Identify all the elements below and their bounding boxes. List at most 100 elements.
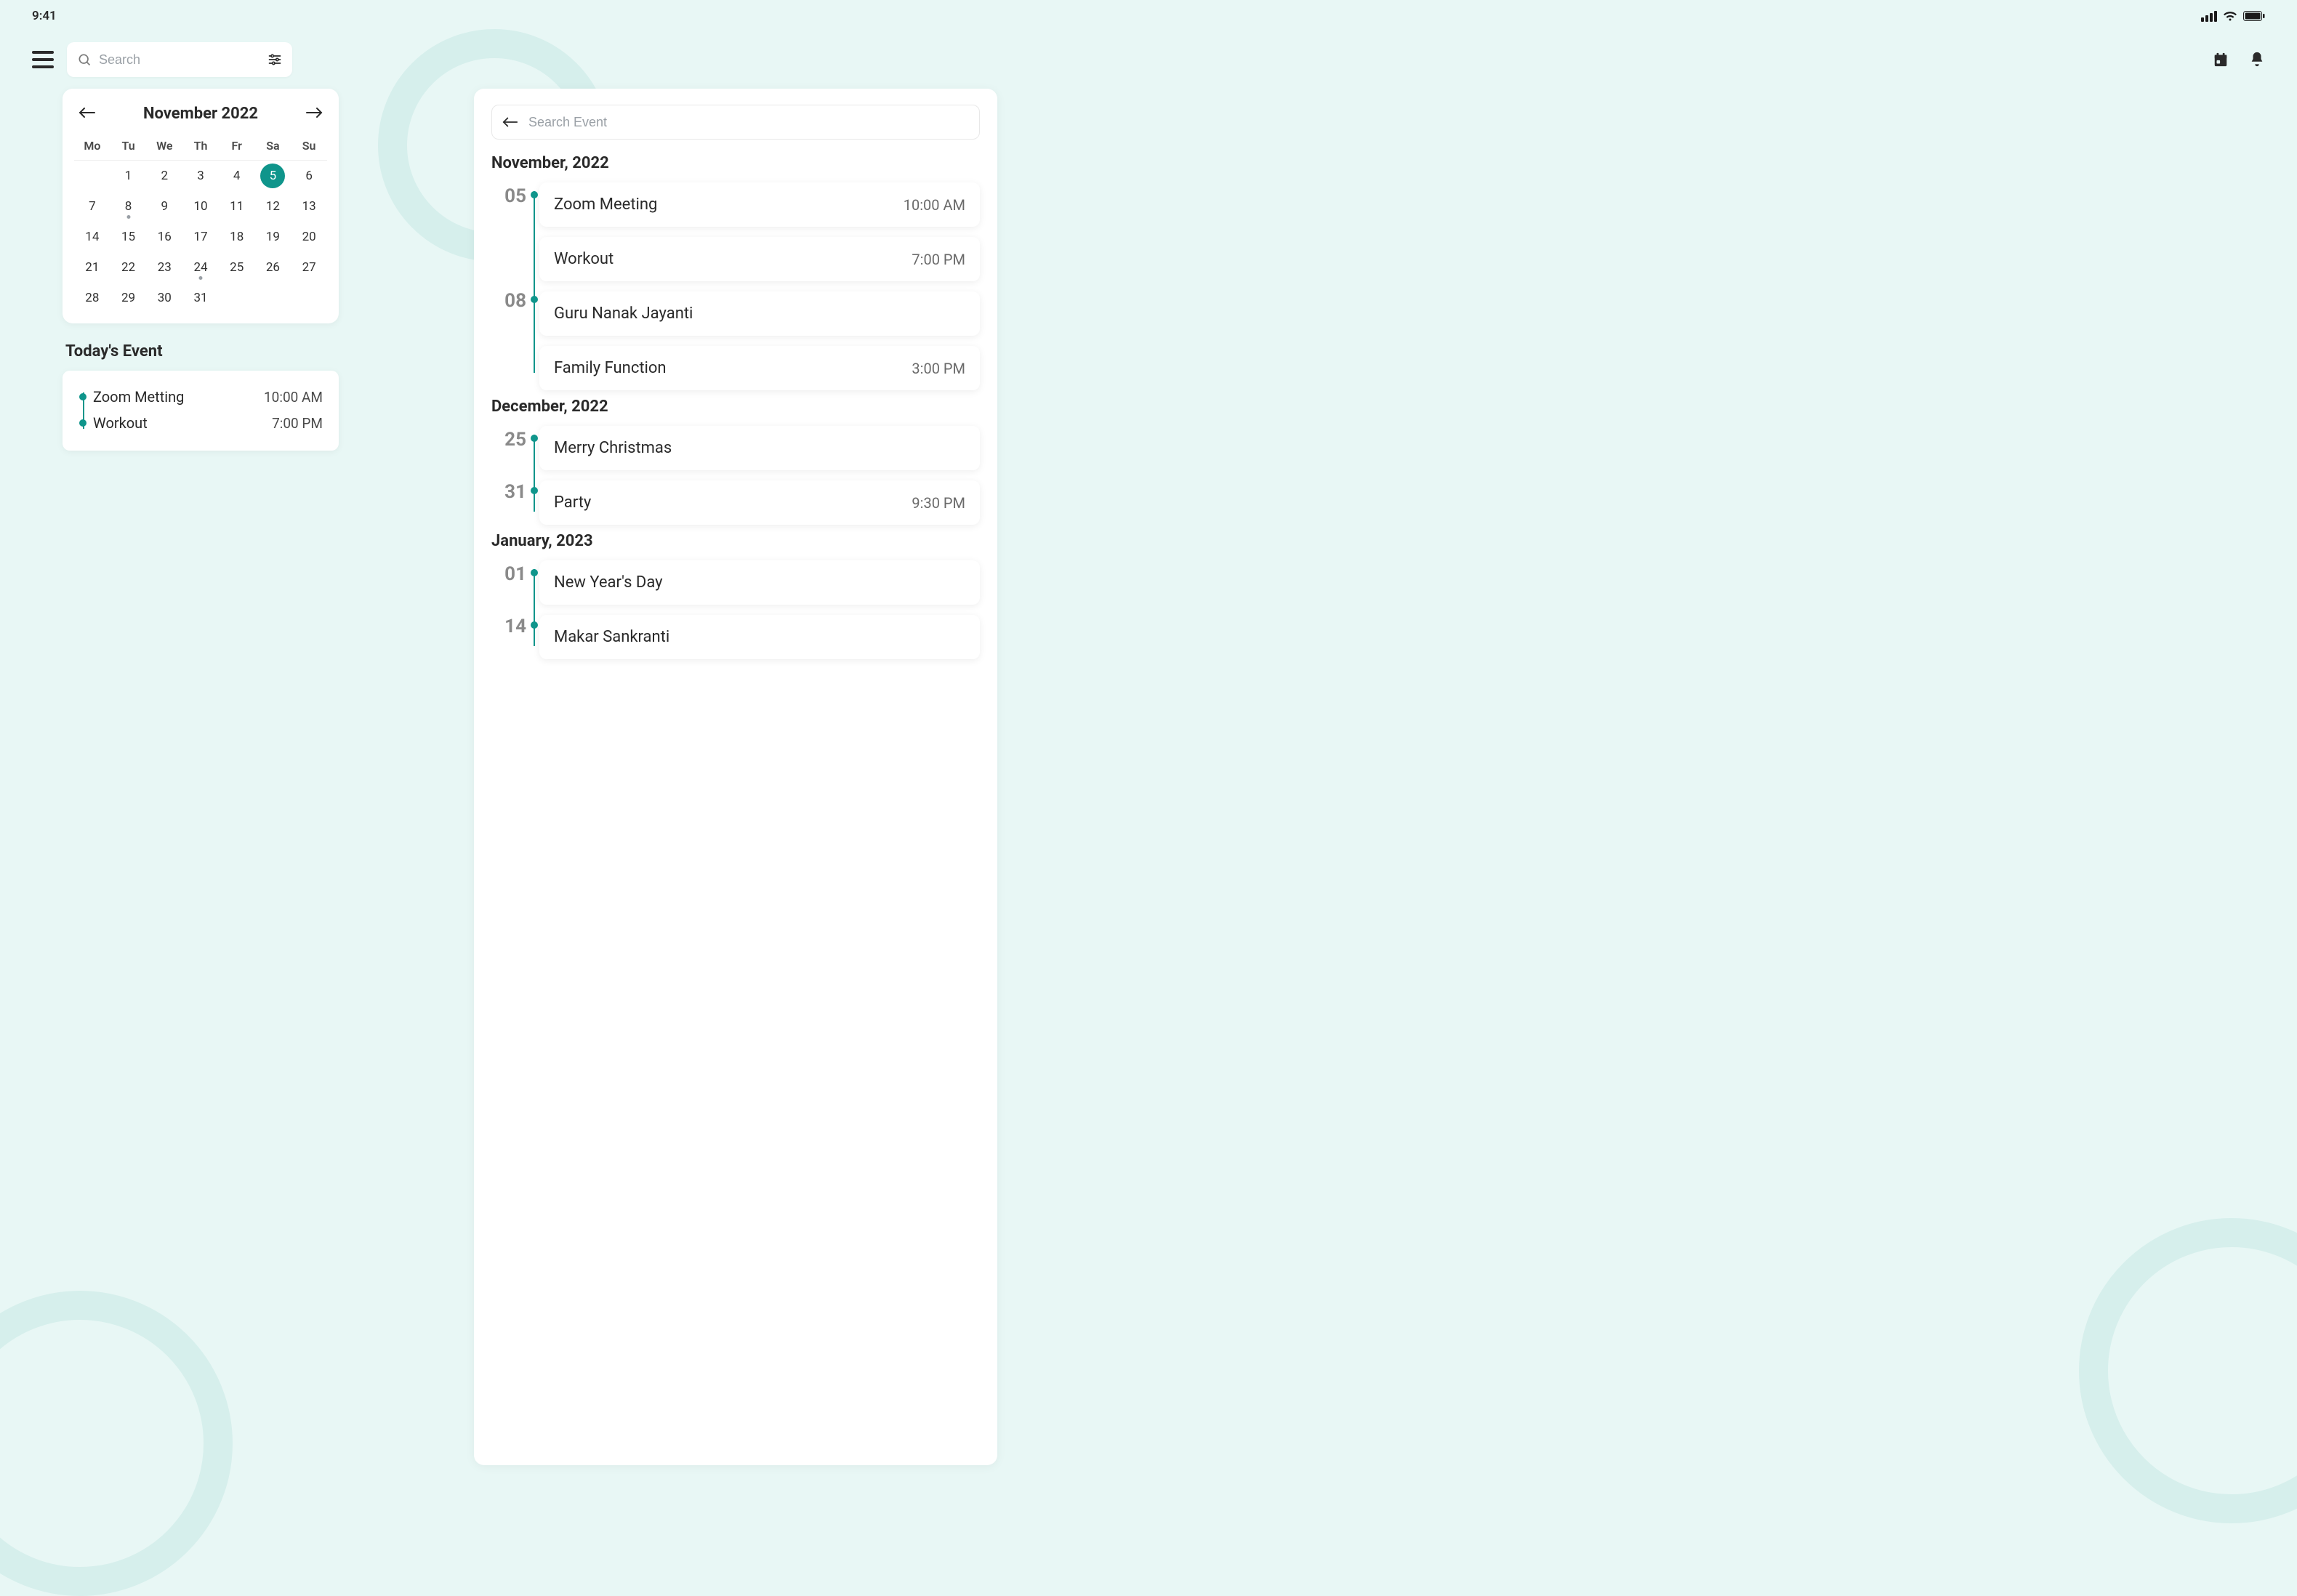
event-card[interactable]: Makar Sankranti — [539, 615, 980, 659]
calendar-dow: Th — [182, 134, 219, 161]
calendar-day[interactable]: 2 — [146, 161, 182, 191]
calendar-day[interactable]: 4 — [219, 161, 255, 191]
search-input[interactable] — [99, 52, 267, 68]
calendar-day[interactable]: 22 — [110, 252, 147, 283]
calendar-day[interactable]: 28 — [74, 283, 110, 313]
events-month-label: December, 2022 — [491, 398, 980, 416]
prev-month-button[interactable] — [74, 102, 100, 126]
event-search-box[interactable] — [491, 105, 980, 140]
event-title: Zoom Meeting — [554, 196, 657, 214]
event-title: Guru Nanak Jayanti — [554, 305, 693, 323]
event-title: Merry Christmas — [554, 439, 672, 457]
calendar-icon[interactable] — [2213, 52, 2229, 68]
calendar-day[interactable]: 8 — [110, 191, 147, 222]
calendar-dow: Sa — [255, 134, 291, 161]
calendar-card: November 2022 MoTuWeThFrSaSu123456789101… — [63, 89, 339, 323]
search-icon — [77, 52, 92, 67]
menu-button[interactable] — [32, 51, 54, 68]
event-card[interactable]: Workout 7:00 PM — [539, 237, 980, 281]
today-event-item[interactable]: Zoom Metting10:00 AM — [77, 384, 323, 410]
events-month-label: November, 2022 — [491, 154, 980, 172]
calendar-day[interactable]: 3 — [182, 161, 219, 191]
search-box[interactable] — [67, 42, 292, 77]
back-icon[interactable] — [502, 116, 518, 128]
status-time: 9:41 — [32, 9, 57, 23]
event-card[interactable]: Family Function 3:00 PM — [539, 346, 980, 390]
timeline-day-number: 01 — [504, 565, 526, 584]
event-card[interactable]: New Year's Day — [539, 560, 980, 605]
calendar-day[interactable]: 21 — [74, 252, 110, 283]
calendar-month-label: November 2022 — [143, 105, 258, 123]
toolbar — [0, 42, 2297, 77]
event-card[interactable]: Merry Christmas — [539, 426, 980, 470]
calendar-dow: We — [146, 134, 182, 161]
timeline-day-number: 05 — [504, 187, 526, 206]
calendar-day[interactable]: 10 — [182, 191, 219, 222]
calendar-day[interactable]: 14 — [74, 222, 110, 252]
filter-icon[interactable] — [267, 53, 282, 66]
next-month-button[interactable] — [301, 102, 327, 126]
event-card[interactable]: Party9:30 PM — [539, 480, 980, 525]
event-title: New Year's Day — [554, 573, 663, 592]
timeline-day-number: 14 — [504, 617, 526, 636]
calendar-day[interactable]: 9 — [146, 191, 182, 222]
status-icons — [2201, 11, 2265, 22]
calendar-dow: Mo — [74, 134, 110, 161]
timeline-dot — [531, 191, 538, 198]
calendar-day[interactable]: 6 — [291, 161, 327, 191]
event-title: Family Function — [554, 359, 667, 377]
bell-icon[interactable] — [2249, 51, 2265, 68]
calendar-day[interactable]: 25 — [219, 252, 255, 283]
timeline-dot — [531, 569, 538, 576]
today-event-time: 7:00 PM — [272, 415, 323, 432]
todays-event-card: Zoom Metting10:00 AMWorkout7:00 PM — [63, 371, 339, 451]
calendar-day[interactable]: 15 — [110, 222, 147, 252]
events-month-label: January, 2023 — [491, 532, 980, 550]
calendar-day[interactable]: 27 — [291, 252, 327, 283]
calendar-day[interactable]: 16 — [146, 222, 182, 252]
event-title: Makar Sankranti — [554, 628, 669, 646]
calendar-day[interactable]: 19 — [255, 222, 291, 252]
events-panel: November, 2022 05 08 Zoom Meeting 10:00 AM Wo… — [474, 89, 997, 1465]
calendar-day — [255, 283, 291, 313]
calendar-day[interactable]: 26 — [255, 252, 291, 283]
bg-circle — [2079, 1218, 2297, 1523]
calendar-day — [219, 283, 255, 313]
calendar-day[interactable]: 29 — [110, 283, 147, 313]
timeline-day-number: 08 — [504, 291, 526, 310]
calendar-day[interactable]: 18 — [219, 222, 255, 252]
event-time: 7:00 PM — [912, 251, 965, 268]
today-event-time: 10:00 AM — [264, 389, 323, 406]
calendar-day[interactable]: 20 — [291, 222, 327, 252]
calendar-day[interactable]: 17 — [182, 222, 219, 252]
timeline-date-col: 05 08 — [491, 182, 526, 382]
timeline-day-number: 31 — [504, 483, 526, 501]
calendar-day — [291, 283, 327, 313]
calendar-day[interactable]: 11 — [219, 191, 255, 222]
calendar-day[interactable]: 5 — [260, 164, 285, 188]
calendar-day[interactable]: 23 — [146, 252, 182, 283]
event-card[interactable]: Guru Nanak Jayanti — [539, 291, 980, 336]
event-title: Workout — [554, 250, 614, 268]
event-card[interactable]: Zoom Meeting 10:00 AM — [539, 182, 980, 227]
timeline-dot — [531, 296, 538, 303]
today-event-item[interactable]: Workout7:00 PM — [77, 410, 323, 436]
event-time: 3:00 PM — [912, 360, 965, 377]
event-time: 10:00 AM — [904, 196, 965, 214]
timeline-dot — [531, 621, 538, 629]
timeline-dot — [531, 435, 538, 442]
calendar-day[interactable]: 1 — [110, 161, 147, 191]
calendar-day[interactable]: 30 — [146, 283, 182, 313]
calendar-day[interactable]: 7 — [74, 191, 110, 222]
battery-icon — [2243, 11, 2265, 21]
calendar-dow: Tu — [110, 134, 147, 161]
calendar-day[interactable]: 12 — [255, 191, 291, 222]
calendar-dow: Su — [291, 134, 327, 161]
status-bar: 9:41 — [0, 0, 2297, 32]
calendar-day[interactable]: 13 — [291, 191, 327, 222]
calendar-day[interactable]: 31 — [182, 283, 219, 313]
wifi-icon — [2223, 11, 2237, 22]
event-search-input[interactable] — [528, 115, 969, 130]
event-title: Party — [554, 493, 591, 512]
calendar-day[interactable]: 24 — [182, 252, 219, 283]
